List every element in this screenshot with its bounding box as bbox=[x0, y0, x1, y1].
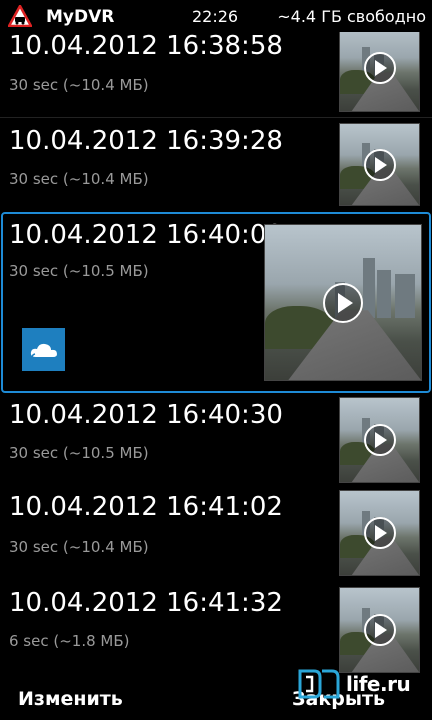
recording-timestamp: 10.04.2012 16:40:00 bbox=[9, 220, 283, 250]
play-icon[interactable] bbox=[363, 148, 396, 181]
play-icon[interactable] bbox=[363, 52, 396, 84]
recordings-list: 10.04.2012 16:38:58 30 sec (~10.4 МБ) 10… bbox=[0, 0, 432, 720]
video-thumbnail[interactable] bbox=[339, 123, 420, 206]
play-icon[interactable] bbox=[363, 614, 396, 646]
free-space-indicator: ~4.4 ГБ свободно bbox=[277, 7, 426, 26]
recording-timestamp: 10.04.2012 16:38:58 bbox=[9, 31, 283, 61]
recording-duration-size: 30 sec (~10.5 МБ) bbox=[9, 262, 149, 280]
video-thumbnail[interactable] bbox=[264, 224, 422, 381]
recording-duration-size: 6 sec (~1.8 МБ) bbox=[9, 632, 130, 650]
skydrive-cloud-icon[interactable] bbox=[22, 328, 65, 371]
recording-duration-size: 30 sec (~10.5 МБ) bbox=[9, 444, 149, 462]
recording-duration-size: 30 sec (~10.4 МБ) bbox=[9, 170, 149, 188]
recording-duration-size: 30 sec (~10.4 МБ) bbox=[9, 538, 149, 556]
edit-button[interactable]: Изменить bbox=[18, 688, 123, 710]
recording-timestamp: 10.04.2012 16:39:28 bbox=[9, 126, 283, 156]
recording-timestamp: 10.04.2012 16:41:32 bbox=[9, 588, 283, 618]
recording-item[interactable]: 10.04.2012 16:40:30 30 sec (~10.5 МБ) bbox=[0, 394, 432, 488]
video-thumbnail[interactable] bbox=[339, 490, 420, 576]
app-title: MyDVR bbox=[46, 7, 115, 27]
watermark-mark-icon bbox=[298, 669, 340, 699]
play-icon[interactable] bbox=[323, 282, 363, 323]
watermark-text: life.ru bbox=[346, 672, 411, 696]
recording-item[interactable]: 10.04.2012 16:41:02 30 sec (~10.4 МБ) bbox=[0, 488, 432, 582]
play-icon[interactable] bbox=[363, 517, 396, 549]
video-thumbnail[interactable] bbox=[339, 587, 420, 673]
status-bar: MyDVR 22:26 ~4.4 ГБ свободно bbox=[0, 0, 432, 32]
watermark-logo: life.ru bbox=[296, 664, 411, 704]
clock: 22:26 bbox=[192, 7, 239, 26]
recording-timestamp: 10.04.2012 16:41:02 bbox=[9, 492, 283, 522]
recording-timestamp: 10.04.2012 16:40:30 bbox=[9, 400, 283, 430]
recording-duration-size: 30 sec (~10.4 МБ) bbox=[9, 76, 149, 94]
video-thumbnail[interactable] bbox=[339, 397, 420, 483]
recording-item[interactable]: 10.04.2012 16:39:28 30 sec (~10.4 МБ) bbox=[0, 118, 432, 212]
video-thumbnail[interactable] bbox=[339, 24, 420, 112]
warning-triangle-car-icon bbox=[8, 5, 32, 27]
play-icon[interactable] bbox=[363, 424, 396, 456]
